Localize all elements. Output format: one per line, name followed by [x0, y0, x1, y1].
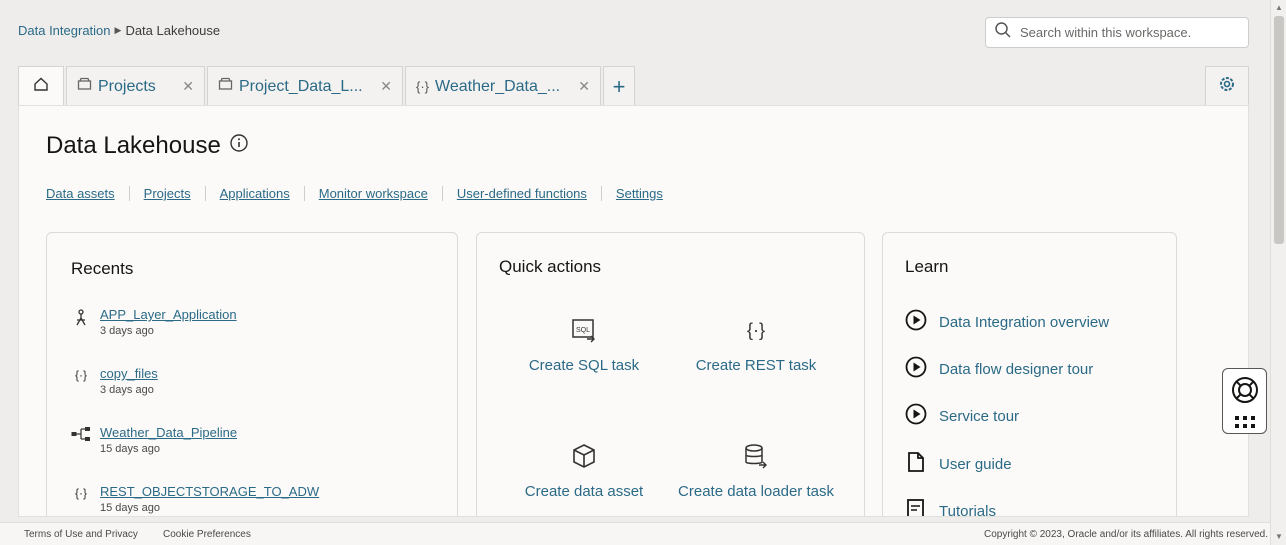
breadcrumb-root-link[interactable]: Data Integration	[18, 23, 111, 38]
list-item[interactable]: {·} REST_OBJECTSTORAGE_TO_ADW 15 days ag…	[71, 484, 319, 514]
workspace-nav-links: Data assets Projects Applications Monito…	[46, 186, 677, 201]
learn-item-label: Data flow designer tour	[939, 360, 1094, 378]
tutorial-icon	[905, 498, 927, 516]
create-data-loader-task-button[interactable]: Create data loader task	[671, 441, 841, 500]
create-rest-task-button[interactable]: {·} Create REST task	[671, 315, 841, 375]
search-icon	[994, 21, 1012, 44]
quick-action-label: Create REST task	[695, 357, 817, 374]
page-title: Data Lakehouse	[46, 132, 249, 160]
cookie-preferences-link[interactable]: Cookie Preferences	[163, 529, 251, 540]
learn-item[interactable]: Data flow designer tour	[905, 356, 1093, 382]
recent-item-time: 15 days ago	[100, 502, 160, 514]
help-widget[interactable]	[1222, 368, 1267, 434]
gear-icon	[1218, 75, 1236, 98]
list-item[interactable]: APP_Layer_Application 3 days ago	[71, 307, 237, 337]
tab-project-data[interactable]: Project_Data_L... ✕	[207, 66, 403, 106]
database-icon	[671, 441, 841, 471]
list-item[interactable]: {·} copy_files 3 days ago	[71, 366, 158, 396]
pipeline-icon	[71, 425, 91, 455]
recent-item-name[interactable]: Weather_Data_Pipeline	[100, 425, 237, 440]
tab-bar: Projects ✕ Project_Data_L... ✕ {·} Weath…	[18, 66, 637, 106]
recent-item-name[interactable]: APP_Layer_Application	[100, 307, 237, 322]
rest-task-icon: {·}	[74, 368, 87, 382]
create-data-asset-button[interactable]: Create data asset	[499, 441, 669, 500]
play-icon	[905, 309, 927, 335]
breadcrumb-separator-icon: ▶	[114, 25, 122, 35]
close-icon[interactable]: ✕	[182, 78, 194, 95]
close-icon[interactable]: ✕	[578, 78, 590, 95]
link-user-defined-functions[interactable]: User-defined functions	[441, 186, 601, 201]
play-icon	[905, 356, 927, 382]
braces-icon: {·}	[416, 79, 430, 94]
quick-actions-card: Quick actions SQL Create SQL task {·} Cr…	[476, 232, 865, 516]
link-settings[interactable]: Settings	[600, 186, 677, 201]
close-icon[interactable]: ✕	[380, 78, 392, 95]
quick-actions-title: Quick actions	[499, 257, 602, 276]
rest-task-icon: {·}	[746, 319, 766, 340]
folder-icon	[218, 77, 233, 96]
breadcrumb-current: Data Lakehouse	[125, 23, 221, 38]
learn-item[interactable]: User guide	[905, 451, 1012, 477]
learn-title: Learn	[905, 257, 949, 276]
list-item[interactable]: Weather_Data_Pipeline 15 days ago	[71, 425, 237, 455]
recent-item-time: 3 days ago	[100, 384, 154, 396]
lifebuoy-icon	[1231, 376, 1259, 409]
svg-text:SQL: SQL	[576, 327, 590, 334]
settings-button[interactable]	[1205, 66, 1249, 106]
tab-label: Project_Data_L...	[239, 77, 363, 95]
recent-item-time: 15 days ago	[100, 443, 160, 455]
tab-home[interactable]	[18, 66, 64, 106]
breadcrumb: Data Integration ▶ Data Lakehouse	[18, 23, 220, 38]
workspace-search[interactable]	[985, 17, 1249, 48]
tab-projects[interactable]: Projects ✕	[66, 66, 205, 106]
learn-item-label: Data Integration overview	[939, 313, 1110, 331]
link-monitor-workspace[interactable]: Monitor workspace	[303, 186, 442, 201]
application-icon	[71, 307, 91, 337]
page-scrollbar[interactable]: ▲ ▼	[1270, 0, 1286, 545]
link-applications[interactable]: Applications	[204, 186, 304, 201]
recent-item-name[interactable]: copy_files	[100, 366, 158, 381]
learn-item-label: Tutorials	[939, 502, 996, 517]
recents-title: Recents	[71, 259, 134, 278]
play-icon	[905, 403, 927, 429]
recents-card: Recents APP_Layer_Application 3 days ago…	[46, 232, 458, 516]
rest-task-icon: {·}	[74, 486, 87, 500]
info-icon[interactable]	[229, 132, 249, 160]
cube-icon	[499, 441, 669, 471]
recent-item-time: 3 days ago	[100, 325, 154, 337]
sql-icon: SQL	[499, 315, 669, 345]
scrollbar-thumb[interactable]	[1274, 16, 1284, 244]
learn-item-label: User guide	[939, 455, 1012, 473]
link-data-assets[interactable]: Data assets	[46, 186, 129, 201]
plus-icon: +	[612, 73, 626, 99]
learn-item-label: Service tour	[939, 407, 1020, 425]
add-tab-button[interactable]: +	[603, 66, 635, 106]
quick-action-label: Create SQL task	[528, 357, 640, 374]
workspace-home-panel: Data Lakehouse Data assets Projects Appl…	[18, 105, 1249, 517]
tab-weather-data[interactable]: {·} Weather_Data_... ✕	[405, 66, 601, 106]
learn-item[interactable]: Service tour	[905, 403, 1019, 429]
page-footer: Terms of Use and Privacy Cookie Preferen…	[0, 522, 1270, 545]
tab-label: Projects	[98, 77, 156, 95]
grid-icon	[1234, 415, 1256, 434]
learn-item[interactable]: Tutorials	[905, 498, 996, 517]
quick-action-label: Create data loader task	[678, 483, 834, 500]
page-title-text: Data Lakehouse	[46, 132, 221, 159]
terms-link[interactable]: Terms of Use and Privacy	[24, 529, 138, 540]
link-projects[interactable]: Projects	[128, 186, 205, 201]
scroll-up-icon[interactable]: ▲	[1275, 3, 1283, 12]
learn-card: Learn Data Integration overview Data flo…	[882, 232, 1177, 517]
create-sql-task-button[interactable]: SQL Create SQL task	[499, 315, 669, 374]
folder-icon	[77, 77, 92, 96]
search-input[interactable]	[1018, 24, 1238, 41]
home-icon	[33, 76, 49, 97]
document-icon	[905, 451, 927, 477]
learn-item[interactable]: Data Integration overview	[905, 309, 1109, 335]
tab-label: Weather_Data_...	[435, 77, 561, 95]
quick-action-label: Create data asset	[524, 483, 644, 500]
copyright-text: Copyright © 2023, Oracle and/or its affi…	[984, 529, 1268, 540]
recent-item-name[interactable]: REST_OBJECTSTORAGE_TO_ADW	[100, 484, 319, 499]
scroll-down-icon[interactable]: ▼	[1275, 532, 1283, 541]
